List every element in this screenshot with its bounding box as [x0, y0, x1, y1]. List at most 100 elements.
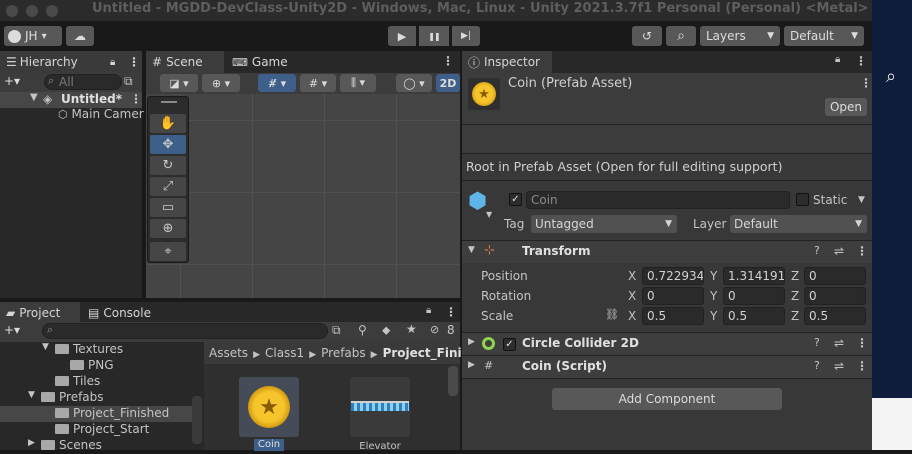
- more-menu-icon[interactable]: ⋮: [128, 55, 140, 69]
- axis-x-label[interactable]: X: [628, 289, 636, 303]
- lock-icon[interactable]: 🔒︎: [426, 305, 431, 316]
- scale-tool[interactable]: ⤢: [150, 177, 186, 196]
- play-button[interactable]: ▶: [388, 26, 416, 46]
- global-view-dropdown[interactable]: ⊕ ▾: [202, 74, 240, 92]
- object-name-field[interactable]: Coin: [526, 191, 790, 209]
- star-icon[interactable]: ★: [406, 322, 417, 336]
- axis-x-label[interactable]: X: [628, 309, 636, 323]
- tree-item-textures[interactable]: ▼ Textures: [0, 342, 192, 358]
- presets-icon[interactable]: ⇌: [834, 336, 844, 350]
- help-icon[interactable]: ?: [814, 336, 820, 349]
- breadcrumb-item[interactable]: Assets: [209, 346, 248, 360]
- hand-tool[interactable]: ✋: [150, 114, 186, 133]
- asset-scrollbar[interactable]: [448, 366, 458, 396]
- help-icon[interactable]: ?: [814, 359, 820, 372]
- expand-arrow-icon[interactable]: ▶: [468, 360, 475, 370]
- more-menu-icon[interactable]: ⋮: [860, 76, 872, 90]
- search-button[interactable]: ⌕: [666, 26, 696, 46]
- rotation-z-field[interactable]: 0: [804, 287, 866, 305]
- add-object-button[interactable]: +▾: [4, 74, 20, 88]
- account-dropdown[interactable]: JH ▾: [4, 26, 62, 46]
- cloud-button[interactable]: ☁: [66, 26, 94, 46]
- tab-inspector[interactable]: ⓘ Inspector: [462, 51, 552, 73]
- presets-icon[interactable]: ⇌: [834, 244, 844, 258]
- tab-hierarchy[interactable]: ☰ Hierarchy 🔒︎ ⋮: [0, 51, 142, 73]
- drag-handle[interactable]: [161, 101, 177, 103]
- increment-snap-dropdown[interactable]: ⫼ ▾: [340, 74, 376, 92]
- active-checkbox[interactable]: ✓: [509, 193, 522, 206]
- presets-icon[interactable]: ⇌: [834, 359, 844, 373]
- rotation-x-field[interactable]: 0: [642, 287, 704, 305]
- custom-tool[interactable]: ⌖: [150, 242, 186, 261]
- chevron-down-icon[interactable]: ▼: [858, 195, 865, 205]
- scale-z-field[interactable]: 0.5: [804, 307, 866, 325]
- tab-game[interactable]: ⌨ Game: [226, 51, 296, 73]
- move-tool[interactable]: ✥: [150, 135, 186, 154]
- scene-viewport[interactable]: [146, 94, 460, 298]
- layers-dropdown[interactable]: Layers ▼: [700, 26, 780, 46]
- hierarchy-search-input[interactable]: All: [44, 74, 122, 90]
- tab-console[interactable]: ▤ Console: [82, 302, 162, 324]
- rotate-tool[interactable]: ↻: [150, 156, 186, 175]
- more-menu-icon[interactable]: ⋮: [445, 305, 457, 319]
- search-by-type-icon[interactable]: ⧉: [124, 74, 133, 89]
- axis-x-label[interactable]: X: [628, 269, 636, 283]
- axis-z-label[interactable]: Z: [791, 269, 799, 283]
- tree-item-tiles[interactable]: Tiles: [0, 374, 192, 390]
- tree-item-project-finished[interactable]: Project_Finished: [0, 406, 192, 422]
- history-button[interactable]: ↺: [632, 26, 662, 46]
- breadcrumb-item[interactable]: Prefabs: [321, 346, 366, 360]
- add-component-button[interactable]: Add Component: [552, 388, 782, 410]
- transform-tool[interactable]: ⊕: [150, 219, 186, 238]
- tree-item-png[interactable]: PNG: [0, 358, 192, 374]
- lighting-dropdown[interactable]: ◯ ▾: [396, 74, 432, 92]
- label-icon[interactable]: ⬥: [382, 323, 390, 338]
- position-x-field[interactable]: 0.7229341: [642, 267, 704, 285]
- coin-script-header[interactable]: ▶ # Coin (Script) ? ⇌ ⋮: [462, 356, 872, 378]
- tree-scrollbar[interactable]: [192, 396, 202, 444]
- more-menu-icon[interactable]: ⋮: [856, 336, 868, 350]
- asset-coin-thumbnail[interactable]: ★: [239, 377, 299, 437]
- search-icon[interactable]: ⌕: [886, 66, 896, 87]
- close-window-button[interactable]: [6, 5, 18, 17]
- position-y-field[interactable]: 1.314191: [723, 267, 785, 285]
- tab-scene[interactable]: # Scene: [146, 51, 224, 73]
- more-menu-icon[interactable]: ⋮: [442, 54, 454, 68]
- tree-item-prefabs[interactable]: ▼ Prefabs: [0, 390, 192, 406]
- axis-z-label[interactable]: Z: [791, 309, 799, 323]
- layout-dropdown[interactable]: Default ▼: [784, 26, 864, 46]
- tag-dropdown[interactable]: Untagged ▼: [531, 215, 677, 233]
- search-by-type-icon[interactable]: ⧉: [332, 323, 341, 338]
- create-asset-button[interactable]: +▾: [4, 323, 20, 337]
- scale-x-field[interactable]: 0.5: [642, 307, 704, 325]
- lock-icon[interactable]: 🔒︎: [835, 54, 840, 65]
- minimize-window-button[interactable]: [26, 5, 38, 17]
- axis-y-label[interactable]: Y: [710, 309, 717, 323]
- more-menu-icon[interactable]: ⋮: [856, 359, 868, 373]
- tab-project[interactable]: ▰ Project: [0, 302, 80, 324]
- more-menu-icon[interactable]: ⋮: [130, 92, 142, 106]
- draw-mode-dropdown[interactable]: ◪ ▾: [160, 74, 198, 92]
- circle-collider-enabled-checkbox[interactable]: ✓: [503, 338, 516, 351]
- static-checkbox[interactable]: [796, 193, 809, 206]
- tree-item-scenes[interactable]: ▶ Scenes: [0, 438, 192, 454]
- rotation-y-field[interactable]: 0: [723, 287, 785, 305]
- grid-snap-dropdown[interactable]: # ▾: [300, 74, 336, 92]
- transform-header[interactable]: ▼ ⊹ Transform ? ⇌ ⋮: [462, 241, 872, 263]
- list-item[interactable]: ⬡ Main Camer: [58, 107, 144, 121]
- mode-2d-toggle[interactable]: 2D: [436, 74, 460, 92]
- help-icon[interactable]: ?: [814, 244, 820, 257]
- expand-arrow-icon[interactable]: ▼: [30, 92, 38, 103]
- step-button[interactable]: ▶|: [452, 26, 480, 46]
- asset-elevator-thumbnail[interactable]: [350, 377, 410, 437]
- rect-tool[interactable]: ▭: [150, 198, 186, 217]
- link-icon[interactable]: ⛓: [605, 308, 619, 321]
- snap-toggle[interactable]: #̸ ▾: [258, 74, 296, 92]
- breadcrumb-item[interactable]: Class1: [265, 346, 304, 360]
- filter-icon[interactable]: ⚲: [358, 323, 367, 337]
- open-prefab-button[interactable]: Open: [825, 98, 867, 116]
- circle-collider-header[interactable]: ▶ ✓ Circle Collider 2D ? ⇌ ⋮: [462, 333, 872, 355]
- axis-y-label[interactable]: Y: [710, 269, 717, 283]
- layer-dropdown[interactable]: Default ▼: [730, 215, 867, 233]
- more-menu-icon[interactable]: ⋮: [855, 54, 867, 68]
